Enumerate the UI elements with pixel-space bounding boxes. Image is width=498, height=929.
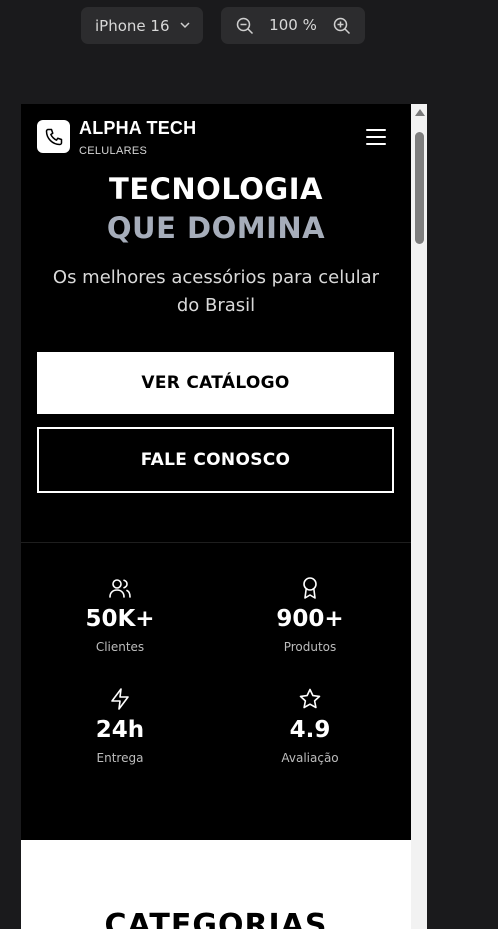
scrollbar[interactable]: [411, 104, 427, 929]
stats-section: 50K+ Clientes 900+ Produtos 24h Entrega …: [21, 542, 411, 841]
device-frame: ALPHA TECH CELULARES TECNOLOGIA QUE DOMI…: [21, 104, 427, 929]
stat-delivery: 24h Entrega: [45, 687, 195, 765]
logo[interactable]: [37, 120, 70, 153]
device-label: iPhone 16: [95, 16, 170, 35]
star-icon: [299, 688, 321, 709]
zoom-control: 100 %: [221, 7, 365, 44]
scroll-thumb[interactable]: [415, 132, 424, 244]
stat-products: 900+ Produtos: [235, 576, 385, 654]
stat-value: 4.9: [289, 717, 331, 743]
stat-label: Clientes: [95, 640, 145, 654]
preview-toolbar: iPhone 16 100 %: [0, 7, 498, 44]
categories-title: CATEGORIAS: [104, 908, 328, 929]
stat-label: Entrega: [96, 751, 144, 765]
stat-label: Avaliação: [281, 751, 339, 765]
award-icon: [303, 577, 317, 599]
device-selector[interactable]: iPhone 16: [81, 7, 203, 44]
zap-icon: [111, 688, 129, 710]
brand-subtitle: CELULARES: [79, 145, 148, 157]
stat-value: 900+: [276, 606, 344, 632]
users-icon: [109, 579, 131, 598]
hero-title-line1: TECNOLOGIA: [109, 172, 323, 206]
contact-button[interactable]: FALE CONOSCO: [37, 427, 394, 493]
zoom-in-icon[interactable]: [333, 17, 351, 35]
stat-clients: 50K+ Clientes: [45, 576, 195, 654]
stat-rating: 4.9 Avaliação: [235, 687, 385, 765]
phone-icon: [45, 128, 62, 145]
chevron-down-icon: [180, 22, 190, 29]
hamburger-menu-icon[interactable]: [364, 128, 388, 146]
stat-label: Produtos: [283, 640, 337, 654]
stat-value: 24h: [95, 717, 145, 743]
site-navbar: ALPHA TECH CELULARES: [21, 104, 411, 164]
hero-subtitle: Os melhores acessórios para celular do B…: [52, 267, 380, 316]
brand-name[interactable]: ALPHA TECH: [79, 118, 196, 139]
hero-title-line2: QUE DOMINA: [106, 211, 326, 245]
stat-value: 50K+: [85, 606, 155, 632]
categories-section: CATEGORIAS: [21, 840, 411, 929]
catalog-button[interactable]: VER CATÁLOGO: [37, 352, 394, 414]
scroll-up-arrow-icon[interactable]: [415, 109, 425, 116]
